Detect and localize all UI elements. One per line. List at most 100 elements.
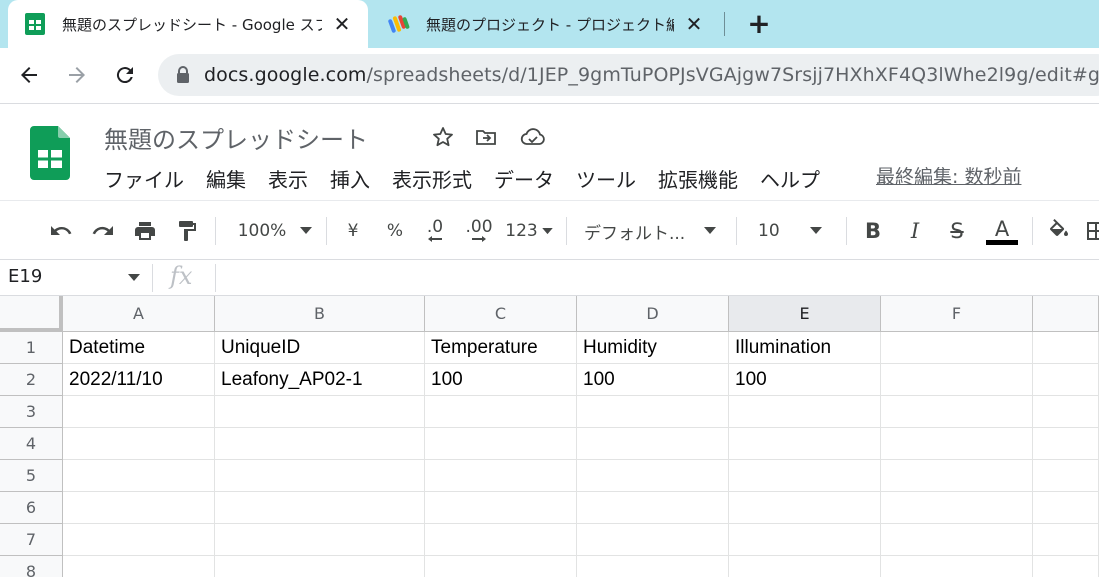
cell-e8[interactable] [729, 556, 881, 577]
cell-e3[interactable] [729, 396, 881, 428]
zoom-select[interactable]: 100% [230, 215, 320, 247]
cell-partial[interactable] [1033, 556, 1099, 577]
cell-c8[interactable] [425, 556, 577, 577]
fill-color-button[interactable] [1044, 215, 1074, 247]
cell-e7[interactable] [729, 524, 881, 556]
column-header-partial[interactable] [1033, 296, 1099, 332]
cell-f5[interactable] [881, 460, 1033, 492]
cell-c2[interactable]: 100 [425, 364, 577, 396]
cell-c1[interactable]: Temperature [425, 332, 577, 364]
row-header-6[interactable]: 6 [0, 492, 63, 524]
select-all-corner[interactable] [0, 296, 63, 332]
cell-f4[interactable] [881, 428, 1033, 460]
cell-b3[interactable] [215, 396, 425, 428]
cloud-status-button[interactable] [520, 124, 546, 150]
cell-d6[interactable] [577, 492, 729, 524]
cell-a2[interactable]: 2022/11/10 [63, 364, 215, 396]
font-size-select[interactable]: 10 [752, 215, 838, 247]
row-header-4[interactable]: 4 [0, 428, 63, 460]
column-header-a[interactable]: A [63, 296, 215, 332]
paint-format-button[interactable] [172, 215, 202, 247]
cell-e6[interactable] [729, 492, 881, 524]
borders-button[interactable] [1086, 215, 1099, 247]
undo-button[interactable] [46, 215, 76, 247]
row-header-7[interactable]: 7 [0, 524, 63, 556]
cell-b6[interactable] [215, 492, 425, 524]
text-color-button[interactable]: A [984, 215, 1020, 247]
chevron-down-icon[interactable] [128, 274, 140, 282]
last-edit-link[interactable]: 最終編集: 数秒前 [876, 162, 1021, 189]
menu-data[interactable]: データ [494, 164, 554, 193]
document-title[interactable]: 無題のスプレッドシート [104, 120, 368, 155]
cell-c7[interactable] [425, 524, 577, 556]
cell-e4[interactable] [729, 428, 881, 460]
cell-partial[interactable] [1033, 332, 1099, 364]
cell-partial[interactable] [1033, 396, 1099, 428]
row-header-5[interactable]: 5 [0, 460, 63, 492]
menu-view[interactable]: 表示 [268, 164, 308, 193]
cell-f1[interactable] [881, 332, 1033, 364]
cell-b8[interactable] [215, 556, 425, 577]
cell-f7[interactable] [881, 524, 1033, 556]
cell-partial[interactable] [1033, 364, 1099, 396]
menu-insert[interactable]: 挿入 [330, 164, 370, 193]
row-header-8[interactable]: 8 [0, 556, 63, 577]
cell-d2[interactable]: 100 [577, 364, 729, 396]
strikethrough-button[interactable]: S [944, 215, 970, 247]
cell-c4[interactable] [425, 428, 577, 460]
formula-input[interactable] [222, 264, 1092, 292]
sheets-logo-icon[interactable] [30, 126, 70, 180]
cell-a6[interactable] [63, 492, 215, 524]
menu-tools[interactable]: ツール [576, 164, 636, 193]
cell-a5[interactable] [63, 460, 215, 492]
cell-d1[interactable]: Humidity [577, 332, 729, 364]
cell-c3[interactable] [425, 396, 577, 428]
row-header-3[interactable]: 3 [0, 396, 63, 428]
cell-b1[interactable]: UniqueID [215, 332, 425, 364]
cell-a1[interactable]: Datetime [63, 332, 215, 364]
cell-a3[interactable] [63, 396, 215, 428]
cell-partial[interactable] [1033, 428, 1099, 460]
new-tab-button[interactable]: + [744, 7, 774, 40]
cell-d7[interactable] [577, 524, 729, 556]
menu-extensions[interactable]: 拡張機能 [658, 164, 738, 193]
star-button[interactable] [430, 124, 456, 150]
spreadsheet-grid[interactable]: A B C D E F 1 Datetime UniqueID Temperature Humidi… [0, 296, 1099, 577]
decrease-decimal-button[interactable]: .0 [420, 215, 450, 247]
cell-f2[interactable] [881, 364, 1033, 396]
cell-d5[interactable] [577, 460, 729, 492]
move-button[interactable] [473, 124, 499, 150]
cell-d4[interactable] [577, 428, 729, 460]
cell-f3[interactable] [881, 396, 1033, 428]
close-tab-icon[interactable]: ✕ [682, 12, 706, 36]
font-family-select[interactable]: デフォルト... [584, 215, 724, 247]
cell-f8[interactable] [881, 556, 1033, 577]
italic-button[interactable]: I [902, 215, 928, 247]
menu-help[interactable]: ヘルプ [760, 164, 820, 193]
print-button[interactable] [130, 215, 160, 247]
cell-c6[interactable] [425, 492, 577, 524]
currency-format-button[interactable]: ¥ [340, 215, 366, 247]
cell-partial[interactable] [1033, 460, 1099, 492]
cell-a7[interactable] [63, 524, 215, 556]
cell-e5[interactable] [729, 460, 881, 492]
menu-edit[interactable]: 編集 [206, 164, 246, 193]
forward-button[interactable] [62, 60, 92, 90]
cell-b7[interactable] [215, 524, 425, 556]
cell-b4[interactable] [215, 428, 425, 460]
reload-button[interactable] [110, 60, 140, 90]
back-button[interactable] [14, 60, 44, 90]
column-header-c[interactable]: C [425, 296, 577, 332]
column-header-d[interactable]: D [577, 296, 729, 332]
name-box[interactable]: E19 [8, 266, 42, 287]
cell-f6[interactable] [881, 492, 1033, 524]
bold-button[interactable]: B [860, 215, 886, 247]
row-header-1[interactable]: 1 [0, 332, 63, 364]
column-header-b[interactable]: B [215, 296, 425, 332]
menu-file[interactable]: ファイル [104, 164, 184, 193]
cell-a8[interactable] [63, 556, 215, 577]
cell-b5[interactable] [215, 460, 425, 492]
address-bar[interactable]: docs.google.com/spreadsheets/d/1JEP_9gmT… [158, 54, 1099, 96]
cell-e1[interactable]: Illumination [729, 332, 881, 364]
cell-e2[interactable]: 100 [729, 364, 881, 396]
